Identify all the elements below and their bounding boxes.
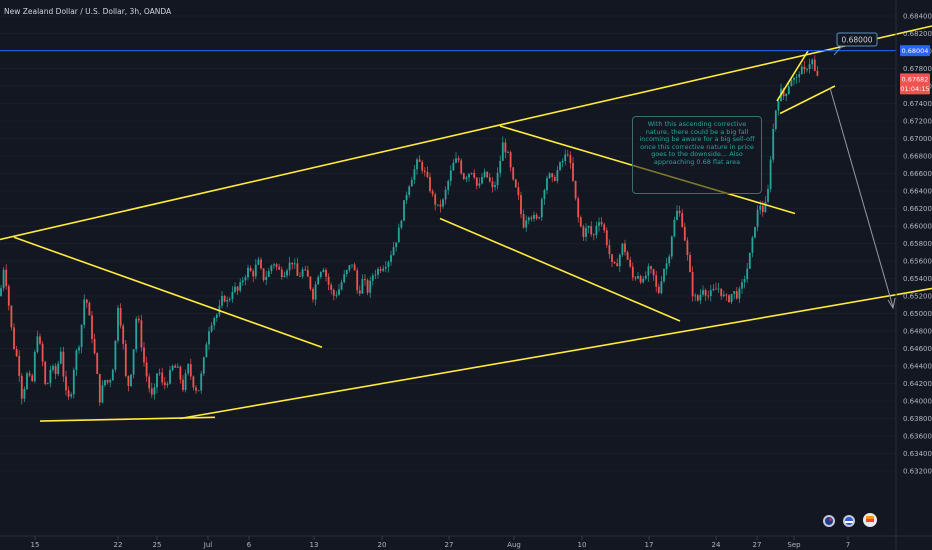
- price-tick-label: 0.64000: [903, 398, 932, 406]
- candle-down: [124, 339, 127, 378]
- price-tick-label: 0.66800: [903, 153, 932, 161]
- countdown-label-text: 01:04:15: [900, 85, 929, 93]
- price-tick-label: 0.65400: [903, 275, 932, 283]
- candle-up: [670, 235, 673, 260]
- candle-up: [772, 123, 775, 163]
- price-tick-label: 0.64400: [903, 363, 932, 371]
- time-tick-label: 20: [378, 541, 387, 549]
- current-price-label: 0.67682 01:04:15: [900, 73, 930, 95]
- time-tick-label: 24: [712, 541, 721, 549]
- candle-down: [10, 305, 13, 331]
- price-tick-label: 0.63200: [903, 468, 932, 476]
- candle-down: [96, 352, 99, 375]
- price-chart[interactable]: 0.684000.682000.680000.678000.676000.674…: [0, 0, 932, 550]
- candle-up: [117, 304, 119, 344]
- time-tick-label: 6: [247, 541, 252, 549]
- price-tick-label: 0.67800: [903, 65, 932, 73]
- candle-down: [44, 360, 47, 386]
- target-callout-text: 0.68000: [841, 36, 872, 45]
- analysis-note[interactable]: With this ascending corrective nature, t…: [632, 116, 762, 194]
- candle-down: [689, 252, 691, 273]
- price-tick-label: 0.66400: [903, 188, 932, 196]
- time-tick-label: 10: [578, 541, 587, 549]
- price-tick-label: 0.65000: [903, 310, 932, 318]
- candle-down: [462, 172, 465, 181]
- time-tick-label: 22: [114, 541, 123, 549]
- candle-down: [514, 178, 517, 188]
- candle-down: [460, 158, 463, 175]
- analysis-note-text: With this ascending corrective nature, t…: [639, 120, 755, 166]
- price-tick-label: 0.66200: [903, 205, 932, 213]
- candle-down: [574, 180, 577, 201]
- candle-down: [91, 311, 93, 344]
- price-tick-label: 0.67200: [903, 118, 932, 126]
- time-tick-label: 25: [153, 541, 162, 549]
- candle-up: [769, 156, 772, 193]
- time-tick-label: Aug: [507, 541, 521, 549]
- candle-up: [26, 371, 28, 391]
- time-tick-label: 17: [645, 541, 654, 549]
- candle-up: [202, 356, 205, 377]
- price-tick-label: 0.64800: [903, 328, 932, 336]
- candle-down: [366, 278, 369, 296]
- candle-up: [621, 242, 624, 257]
- price-tick-label: 0.68400: [903, 13, 932, 21]
- candle-up: [200, 370, 203, 394]
- candle-down: [605, 227, 608, 248]
- candle-up: [403, 200, 405, 221]
- price-tick-label: 0.65600: [903, 258, 932, 266]
- horizontal-line-label: 0.68004: [900, 45, 930, 57]
- candle-down: [98, 373, 101, 406]
- candle-up: [72, 367, 75, 399]
- price-tick-label: 0.63400: [903, 450, 932, 458]
- time-tick-label: 13: [310, 541, 319, 549]
- candle-down: [486, 171, 489, 179]
- time-tick-label: Sep: [787, 541, 801, 549]
- candle-down: [88, 301, 91, 316]
- candle-up: [663, 267, 665, 284]
- candle-up: [130, 374, 132, 388]
- price-tick-label: 0.63600: [903, 433, 932, 441]
- time-tick-label: 27: [753, 541, 762, 549]
- price-tick-label: 0.67400: [903, 100, 932, 108]
- candle-down: [579, 215, 582, 228]
- flag-nz-icon[interactable]: [823, 515, 835, 527]
- current-price-label-text: 0.67682: [902, 75, 929, 83]
- time-tick-label: 7: [846, 541, 850, 549]
- candle-up: [774, 109, 777, 132]
- candle-up: [132, 349, 135, 379]
- price-tick-label: 0.66600: [903, 170, 932, 178]
- price-tick-label: 0.63800: [903, 415, 932, 423]
- time-tick-label: 15: [31, 541, 40, 549]
- time-tick-label: Jul: [203, 541, 213, 549]
- price-tick-label: 0.65200: [903, 293, 932, 301]
- price-tick-label: 0.66000: [903, 223, 932, 231]
- candle-down: [512, 166, 515, 181]
- candle-up: [2, 266, 5, 292]
- candle-up: [135, 316, 138, 353]
- price-tick-label: 0.65800: [903, 240, 932, 248]
- candle-down: [356, 267, 359, 294]
- horizontal-line-label-text: 0.68004: [902, 47, 929, 55]
- earnings-icon[interactable]: [863, 513, 877, 527]
- candle-up: [33, 349, 36, 384]
- price-tick-label: 0.67000: [903, 135, 932, 143]
- price-tick-label: 0.68200: [903, 30, 932, 38]
- symbol-title[interactable]: New Zealand Dollar / U.S. Dollar, 3h, OA…: [4, 7, 172, 16]
- candle-up: [559, 161, 561, 172]
- flag-us-icon[interactable]: [843, 515, 855, 527]
- candle-up: [748, 252, 751, 269]
- candle-up: [114, 340, 117, 373]
- price-tick-label: 0.64600: [903, 345, 932, 353]
- candle-up: [111, 368, 114, 381]
- candle-up: [754, 226, 756, 239]
- candle-down: [309, 275, 312, 291]
- price-tick-label: 0.64200: [903, 380, 932, 388]
- time-tick-label: 27: [445, 541, 454, 549]
